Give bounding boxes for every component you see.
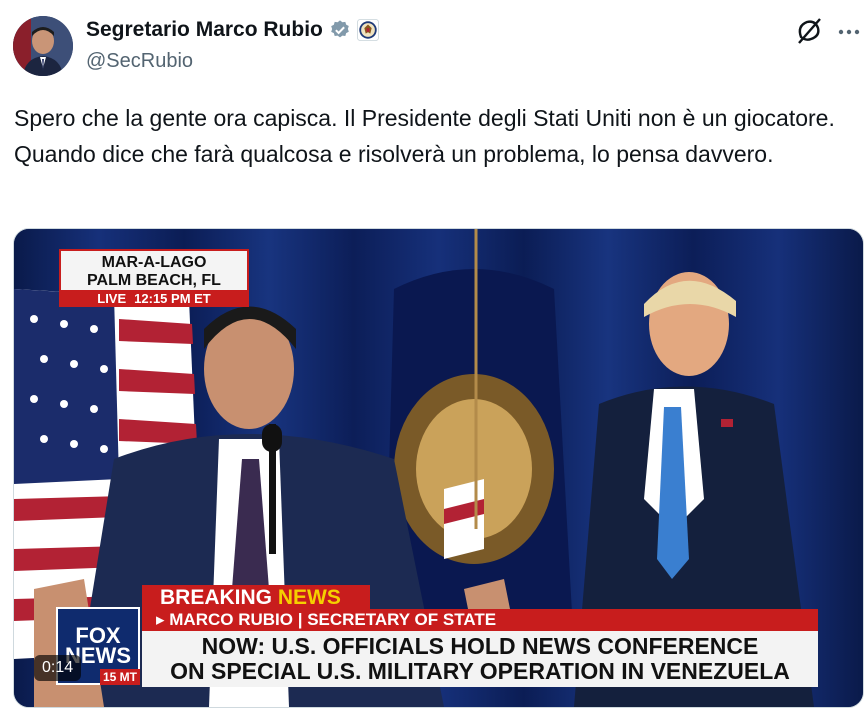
live-label: LIVE: [97, 291, 127, 306]
more-options-icon[interactable]: [836, 22, 862, 42]
video-player[interactable]: MAR-A-LAGO PALM BEACH, FL LIVE 12:15 PM …: [13, 228, 864, 708]
breaking-label: BREAKING: [160, 586, 273, 609]
location-line-1: MAR-A-LAGO: [101, 254, 207, 271]
tweet-text: Spero che la gente ora capisca. Il Presi…: [14, 105, 835, 167]
author-display-name[interactable]: Segretario Marco Rubio: [86, 18, 323, 42]
author-avatar[interactable]: [13, 16, 73, 76]
location-line-2: PALM BEACH, FL: [87, 272, 221, 289]
headline-line-2: ON SPECIAL U.S. MILITARY OPERATION IN VE…: [170, 658, 790, 684]
author-name-row: Segretario Marco Rubio: [86, 18, 379, 42]
avatar-image: [13, 16, 73, 76]
speaker-title: SECRETARY OF STATE: [307, 610, 497, 629]
headline-line-1: NOW: U.S. OFFICIALS HOLD NEWS CONFERENCE: [201, 633, 759, 659]
location-graphic: MAR-A-LAGO PALM BEACH, FL LIVE 12:15 PM …: [59, 249, 249, 307]
video-timestamp: 0:14: [34, 655, 82, 681]
news-label: NEWS: [277, 586, 341, 609]
speaker-name: MARCO RUBIO: [169, 610, 293, 629]
state-department-seal-icon[interactable]: [356, 19, 379, 41]
time-bug: 15 MT: [100, 669, 141, 685]
breaking-news-banner: BREAKING NEWS: [142, 585, 370, 611]
author-handle[interactable]: @SecRubio: [86, 50, 193, 73]
chyron-headline: NOW: U.S. OFFICIALS HOLD NEWS CONFERENCE…: [142, 631, 818, 687]
verified-badge-icon[interactable]: [329, 19, 351, 41]
grok-icon[interactable]: [795, 17, 823, 45]
live-time: 12:15 PM ET: [134, 291, 211, 306]
speaker-strip: ▸ MARCO RUBIO | SECRETARY OF STATE: [142, 609, 818, 631]
